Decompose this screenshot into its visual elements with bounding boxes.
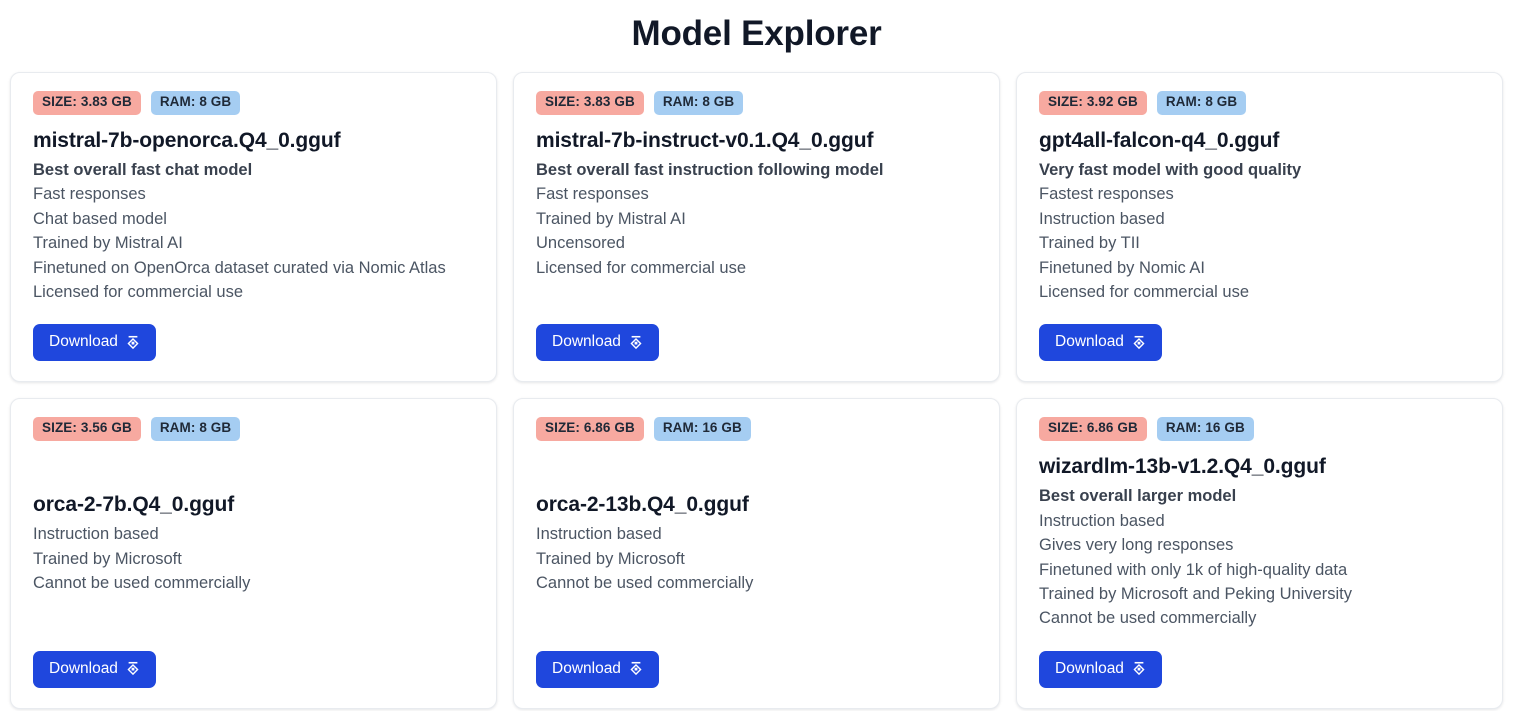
model-detail-line: Licensed for commercial use — [1039, 282, 1250, 301]
badge-row: SIZE: 3.83 GB RAM: 8 GB — [33, 90, 474, 115]
card-spacer — [536, 280, 977, 318]
model-detail-line: Fastest responses — [1039, 185, 1174, 204]
badge-row: SIZE: 6.86 GB RAM: 16 GB — [536, 417, 977, 442]
ram-badge: RAM: 8 GB — [150, 90, 241, 115]
model-detail-line: Trained by TII — [1039, 234, 1140, 253]
size-badge: SIZE: 3.83 GB — [33, 90, 141, 115]
download-button[interactable]: Download — [536, 650, 659, 688]
model-name: mistral-7b-instruct-v0.1.Q4_0.gguf — [536, 128, 874, 152]
model-card: SIZE: 3.83 GB RAM: 8 GB mistral-7b-instruc… — [513, 71, 1000, 383]
model-headline: Best overall larger model — [1039, 487, 1237, 506]
model-name: gpt4all-falcon-q4_0.gguf — [1039, 128, 1280, 152]
model-detail-line: Chat based model — [33, 209, 167, 228]
model-detail-line: Cannot be used commercially — [536, 574, 754, 593]
download-icon — [1132, 661, 1146, 676]
model-card-grid: SIZE: 3.83 GB RAM: 8 GB mistral-7b-openorc… — [0, 71, 1513, 711]
download-icon — [126, 661, 140, 676]
model-detail-line: Trained by Mistral AI — [33, 234, 183, 253]
model-card: SIZE: 3.83 GB RAM: 8 GB mistral-7b-openorc… — [10, 71, 497, 383]
card-spacer — [1039, 631, 1480, 645]
card-spacer — [33, 304, 474, 318]
ram-badge: RAM: 8 GB — [653, 90, 744, 115]
model-detail-line: Finetuned on OpenOrca dataset curated vi… — [33, 258, 446, 277]
model-detail-line: Cannot be used commercially — [33, 574, 251, 593]
badge-row: SIZE: 6.86 GB RAM: 16 GB — [1039, 417, 1480, 442]
ram-badge: RAM: 16 GB — [653, 417, 751, 442]
card-spacer — [33, 596, 474, 645]
model-description-list: Instruction based Trained by Microsoft Can… — [33, 522, 474, 595]
model-description-list: Instruction based Trained by Microsoft Can… — [536, 522, 977, 595]
model-detail-line: Trained by Microsoft and Peking Universi… — [1039, 584, 1353, 603]
ram-badge: RAM: 16 GB — [1156, 417, 1254, 442]
size-badge: SIZE: 3.92 GB — [1039, 90, 1147, 115]
model-card: SIZE: 3.92 GB RAM: 8 GB gpt4all-falcon-q4_… — [1016, 71, 1503, 383]
card-spacer — [1039, 304, 1480, 318]
model-name: orca-2-7b.Q4_0.gguf — [33, 493, 235, 517]
model-name: orca-2-13b.Q4_0.gguf — [536, 493, 749, 517]
ram-badge: RAM: 8 GB — [150, 417, 241, 442]
model-detail-line: Licensed for commercial use — [33, 282, 244, 301]
model-detail-line: Instruction based — [536, 525, 662, 544]
model-detail-line: Trained by Mistral AI — [536, 209, 686, 228]
model-detail-line: Fast responses — [536, 185, 649, 204]
download-button-label: Download — [552, 659, 621, 677]
model-name: wizardlm-13b-v1.2.Q4_0.gguf — [1039, 455, 1326, 479]
page-title: Model Explorer — [631, 14, 882, 53]
model-detail-line: Instruction based — [1039, 209, 1165, 228]
model-name: mistral-7b-openorca.Q4_0.gguf — [33, 128, 341, 152]
size-badge: SIZE: 3.83 GB — [536, 90, 644, 115]
model-description-list: Best overall fast chat model Fast respons… — [33, 158, 474, 304]
download-icon — [1132, 335, 1146, 350]
badge-row: SIZE: 3.56 GB RAM: 8 GB — [33, 417, 474, 442]
card-spacer — [536, 596, 977, 645]
badge-row: SIZE: 3.83 GB RAM: 8 GB — [536, 90, 977, 115]
model-detail-line: Gives very long responses — [1039, 536, 1234, 555]
download-button-label: Download — [49, 333, 118, 351]
model-headline: Best overall fast instruction following … — [536, 160, 884, 179]
model-detail-line: Fast responses — [33, 185, 146, 204]
size-badge: SIZE: 6.86 GB — [536, 417, 644, 442]
model-explorer-page: Model Explorer SIZE: 3.83 GB RAM: 8 GB mis… — [0, 0, 1513, 711]
model-detail-line: Trained by Microsoft — [33, 549, 182, 568]
model-detail-line: Instruction based — [33, 525, 159, 544]
model-card: SIZE: 3.56 GB RAM: 8 GB orca-2-7b.Q4_0.ggu… — [10, 398, 497, 709]
model-card: SIZE: 6.86 GB RAM: 16 GB orca-2-13b.Q4_0.g… — [513, 398, 1000, 709]
model-description-list: Very fast model with good quality Fastest… — [1039, 158, 1480, 304]
model-detail-line: Instruction based — [1039, 511, 1165, 530]
model-detail-line: Cannot be used commercially — [1039, 609, 1257, 628]
size-badge: SIZE: 6.86 GB — [1039, 417, 1147, 442]
download-button[interactable]: Download — [33, 650, 156, 688]
download-button[interactable]: Download — [1039, 650, 1162, 688]
model-headline: Very fast model with good quality — [1039, 160, 1302, 179]
ram-badge: RAM: 8 GB — [1156, 90, 1247, 115]
download-button[interactable]: Download — [536, 324, 659, 362]
model-detail-line: Finetuned by Nomic AI — [1039, 258, 1205, 277]
model-detail-line: Uncensored — [536, 234, 625, 253]
download-button-label: Download — [552, 333, 621, 351]
download-icon — [629, 335, 643, 350]
download-icon — [629, 661, 643, 676]
model-detail-line: Licensed for commercial use — [536, 258, 747, 277]
model-detail-line: Finetuned with only 1k of high-quality d… — [1039, 560, 1348, 579]
model-description-list: Best overall fast instruction following … — [536, 158, 977, 280]
download-button-label: Download — [49, 659, 118, 677]
model-detail-line: Trained by Microsoft — [536, 549, 685, 568]
model-description-list: Best overall larger model Instruction bas… — [1039, 484, 1480, 630]
badge-row: SIZE: 3.92 GB RAM: 8 GB — [1039, 90, 1480, 115]
size-badge: SIZE: 3.56 GB — [33, 417, 141, 442]
model-headline: Best overall fast chat model — [33, 160, 253, 179]
download-button[interactable]: Download — [1039, 324, 1162, 362]
download-icon — [126, 335, 140, 350]
download-button-label: Download — [1055, 659, 1124, 677]
download-button[interactable]: Download — [33, 324, 156, 362]
download-button-label: Download — [1055, 333, 1124, 351]
model-card: SIZE: 6.86 GB RAM: 16 GB wizardlm-13b-v1.2… — [1016, 398, 1503, 709]
